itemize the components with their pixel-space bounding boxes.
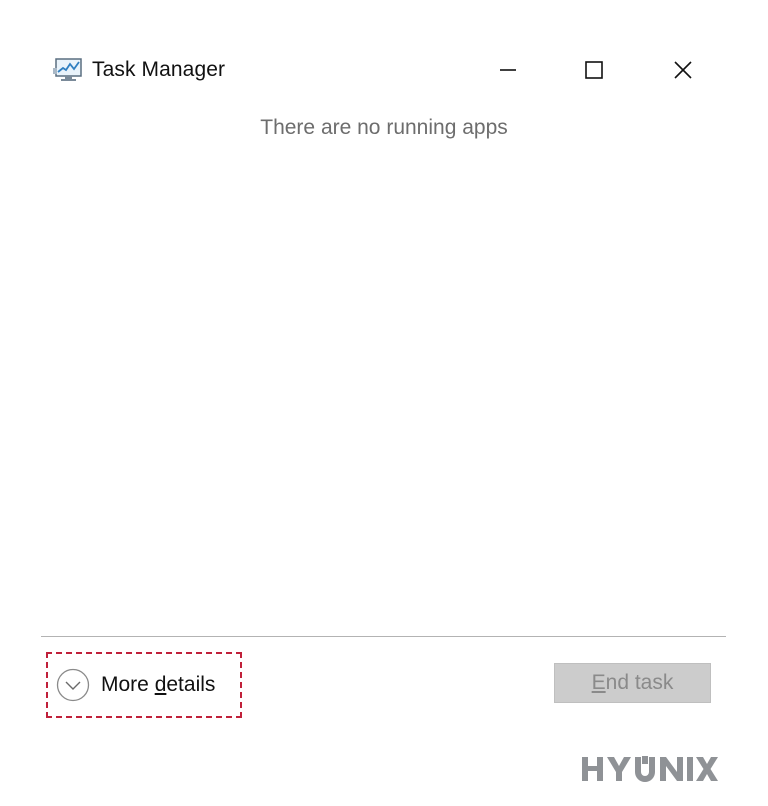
minimize-button[interactable] bbox=[476, 48, 540, 92]
close-button[interactable] bbox=[651, 48, 715, 92]
window-title: Task Manager bbox=[92, 58, 226, 81]
task-manager-window: Task Manager There are no running apps M… bbox=[0, 0, 768, 806]
minimize-icon bbox=[500, 69, 516, 71]
hyunix-watermark-logo bbox=[580, 752, 720, 786]
task-manager-monitor-icon bbox=[53, 57, 83, 83]
chevron-down-circle-icon bbox=[56, 668, 90, 702]
title-bar[interactable]: Task Manager bbox=[0, 48, 768, 92]
more-details-label: More details bbox=[101, 673, 216, 696]
no-running-apps-message: There are no running apps bbox=[260, 116, 508, 139]
end-task-button[interactable]: End task bbox=[554, 663, 711, 703]
end-task-label: End task bbox=[591, 671, 674, 694]
footer-divider bbox=[41, 636, 726, 637]
maximize-button[interactable] bbox=[562, 48, 626, 92]
more-details-button[interactable]: More details bbox=[46, 652, 242, 718]
close-icon bbox=[674, 61, 692, 79]
maximize-icon bbox=[585, 61, 603, 79]
